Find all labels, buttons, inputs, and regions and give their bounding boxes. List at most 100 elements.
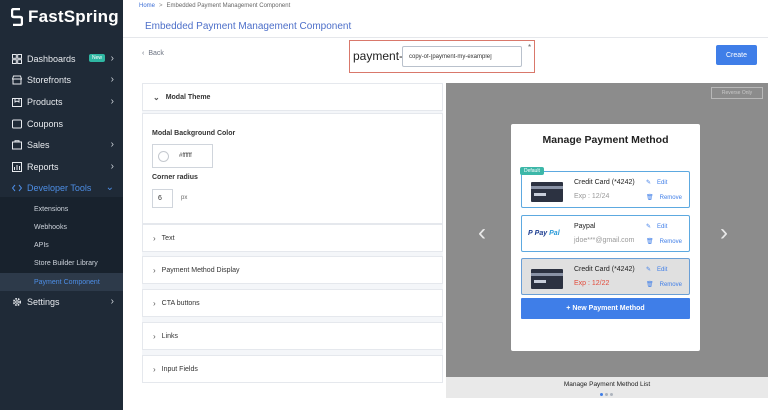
gear-icon xyxy=(11,296,22,307)
edit-link[interactable]: ✎ Edit xyxy=(646,223,668,231)
section-modal-theme[interactable]: ⌄ Modal Theme xyxy=(142,83,443,111)
chevron-right-icon: › xyxy=(153,265,156,275)
sidebar-item-label: Products xyxy=(27,96,63,107)
section-title: Payment Method Display xyxy=(161,266,240,274)
carousel-dot[interactable] xyxy=(600,393,603,396)
grid-icon xyxy=(11,53,22,64)
sidebar-item-products[interactable]: Products › xyxy=(0,91,123,112)
code-icon xyxy=(11,182,22,193)
section-title: CTA buttons xyxy=(161,299,200,307)
payment-method-item[interactable]: P Pay Pal Paypal jdoe***@gmail.com ✎ Edit 🗑… xyxy=(521,215,690,252)
sidebar-item-reports[interactable]: Reports › xyxy=(0,156,123,177)
sidebar-item-developer-tools[interactable]: Developer Tools ⌄ xyxy=(0,177,123,198)
section-input-fields[interactable]: › Input Fields xyxy=(142,355,443,383)
section-title: Links xyxy=(161,332,179,340)
breadcrumb-home-link[interactable]: Home xyxy=(139,3,155,9)
sidebar-item-label: Developer Tools xyxy=(27,182,92,193)
chevron-right-icon: › xyxy=(110,161,114,172)
color-swatch[interactable] xyxy=(158,150,169,162)
section-title: Input Fields xyxy=(161,365,198,373)
chevron-right-icon: › xyxy=(110,53,114,64)
chevron-right-icon: › xyxy=(153,364,156,374)
modal-bg-color-value: #ffffff xyxy=(179,153,192,159)
payment-method-name: Paypal xyxy=(574,223,596,230)
trash-icon: 🗑 xyxy=(646,239,654,245)
chevron-right-icon: › xyxy=(153,233,156,243)
payment-method-expiry: Exp : 12/24 xyxy=(574,193,610,200)
brand-name: FastSpring xyxy=(28,7,119,26)
remove-label: Remove xyxy=(659,281,682,288)
chevron-right-icon: › xyxy=(153,298,156,308)
corner-radius-label: Corner radius xyxy=(152,174,198,181)
sidebar-subitem-extensions[interactable]: Extensions xyxy=(0,200,123,218)
sidebar-item-label: Sales xyxy=(27,139,50,150)
carousel-next-icon[interactable]: › xyxy=(720,221,728,245)
new-payment-method-button[interactable]: + New Payment Method xyxy=(521,298,690,319)
section-title: Text xyxy=(161,234,175,242)
sidebar-item-sales[interactable]: Sales › xyxy=(0,134,123,155)
credit-card-icon xyxy=(531,182,563,202)
new-badge: New xyxy=(89,54,106,62)
cart-icon xyxy=(11,139,22,150)
back-label: Back xyxy=(148,50,164,57)
coupon-icon xyxy=(11,118,22,129)
header-divider xyxy=(123,37,768,38)
sidebar-item-storefronts[interactable]: Storefronts › xyxy=(0,69,123,90)
carousel-dots xyxy=(600,393,613,396)
sidebar-item-label: Settings xyxy=(27,296,60,307)
modal-title: Manage Payment Method xyxy=(542,134,669,146)
storefront-icon xyxy=(11,74,22,85)
payment-method-email: jdoe***@gmail.com xyxy=(574,237,635,244)
back-button[interactable]: ‹ Back xyxy=(142,50,164,57)
edit-icon: ✎ xyxy=(646,267,652,273)
fastspring-logo-icon xyxy=(11,8,23,26)
name-prefix: payment- xyxy=(353,49,404,63)
payment-method-item[interactable]: Credit Card (*4242) Exp : 12/22 ✎ Edit 🗑 R… xyxy=(521,258,690,295)
paypal-p-icon: P xyxy=(528,230,533,237)
carousel-dot[interactable] xyxy=(610,393,613,396)
edit-link[interactable]: ✎ Edit xyxy=(646,266,667,274)
brand-logo[interactable]: FastSpring xyxy=(11,6,119,28)
sidebar-item-coupons[interactable]: Coupons xyxy=(0,113,123,134)
payment-method-expiry: Exp : 12/22 xyxy=(574,280,610,287)
section-cta-buttons[interactable]: › CTA buttons xyxy=(142,289,443,317)
payment-method-item[interactable]: Default Credit Card (*4242) Exp : 12/24 … xyxy=(520,167,690,208)
chevron-down-icon: ⌄ xyxy=(153,92,160,102)
sidebar-item-label: Dashboards xyxy=(27,53,76,64)
breadcrumb-current: Embedded Payment Management Component xyxy=(166,3,291,9)
sidebar-item-label: Reports xyxy=(27,161,59,172)
create-button[interactable]: Create xyxy=(716,45,757,65)
component-name-highlight: payment- xyxy=(349,40,535,73)
sidebar-subitem-webhooks[interactable]: Webhooks xyxy=(0,218,123,236)
section-payment-method-display[interactable]: › Payment Method Display xyxy=(142,256,443,284)
main-content: Home > Embedded Payment Management Compo… xyxy=(123,0,768,410)
sidebar-item-dashboards[interactable]: Dashboards New › xyxy=(0,48,123,69)
modal-bg-color-field[interactable]: #ffffff xyxy=(152,144,213,168)
trash-icon: 🗑 xyxy=(646,282,654,288)
sidebar-subitem-store-builder-library[interactable]: Store Builder Library xyxy=(0,254,123,272)
edit-link[interactable]: ✎ Edit xyxy=(646,179,667,187)
section-text[interactable]: › Text xyxy=(142,224,443,252)
sidebar-item-label: Storefronts xyxy=(27,74,72,85)
sidebar: FastSpring Dashboards New › Storefronts … xyxy=(0,0,123,410)
sidebar-item-settings[interactable]: Settings › xyxy=(0,291,123,312)
section-links[interactable]: › Links xyxy=(142,322,443,350)
sidebar-item-label: Coupons xyxy=(27,118,64,129)
remove-link[interactable]: 🗑 Remove xyxy=(646,238,682,246)
chevron-right-icon: › xyxy=(110,296,114,307)
chevron-down-icon: ⌄ xyxy=(105,182,114,193)
remove-label: Remove xyxy=(659,194,682,201)
reverse-only-button[interactable]: Reverse Only xyxy=(711,87,763,99)
remove-link[interactable]: 🗑 Remove xyxy=(646,281,682,289)
sidebar-subitem-payment-component[interactable]: Payment Component xyxy=(0,273,123,291)
carousel-prev-icon[interactable]: ‹ xyxy=(478,221,486,245)
remove-link[interactable]: 🗑 Remove xyxy=(646,194,682,202)
box-icon xyxy=(11,96,22,107)
sidebar-subitem-apis[interactable]: APIs xyxy=(0,236,123,254)
component-name-input[interactable] xyxy=(402,46,522,67)
corner-radius-input[interactable]: 6 xyxy=(152,189,173,208)
corner-radius-unit: px xyxy=(181,195,188,201)
paypal-logo: P Pay Pal xyxy=(528,230,560,237)
edit-label: Edit xyxy=(657,223,668,230)
carousel-dot[interactable] xyxy=(605,393,608,396)
